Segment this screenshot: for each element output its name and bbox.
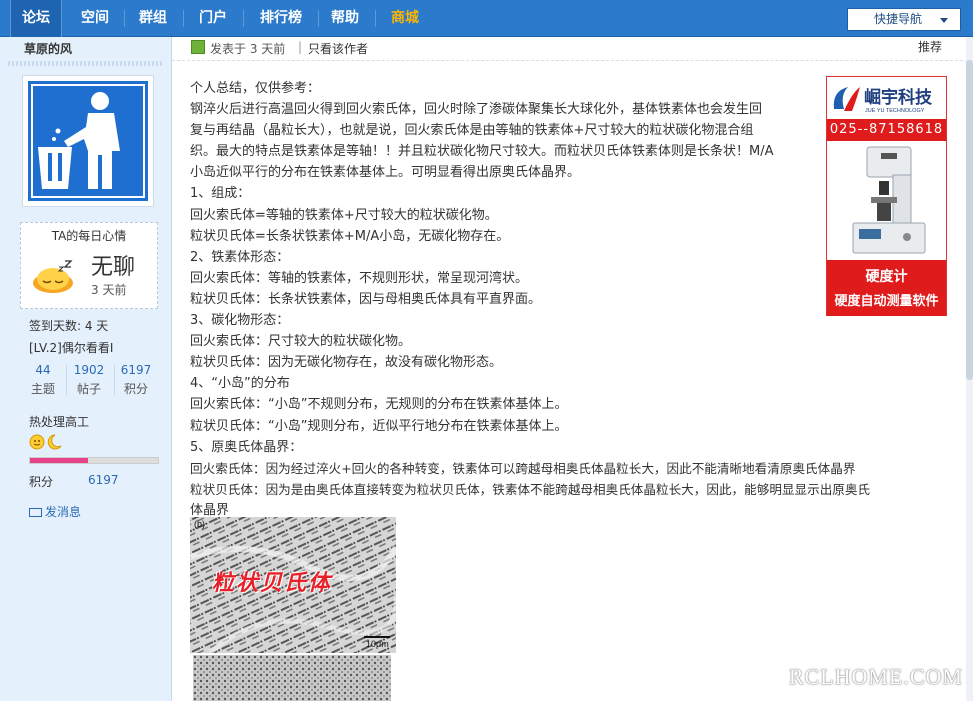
micrograph-image[interactable]: (b) 10μm 粒状贝氏体	[190, 517, 396, 653]
nav-separator	[243, 10, 244, 27]
stat-points-label: 积分	[123, 382, 148, 396]
chevron-down-icon	[940, 18, 948, 23]
micrograph-image-2[interactable]	[193, 655, 391, 701]
post-line: 3、碳化物形态：	[190, 313, 290, 329]
ad-logo: 崛宇科技 JUE YU TECHNOLOGY	[830, 81, 943, 115]
post-line: 复与再结晶（晶粒长大），也就是说，回火索氏体是由等轴的铁素体+尺寸较大的粒状碳化…	[190, 123, 754, 139]
nav-separator	[318, 10, 319, 27]
post-line: 小岛近似平行的分布在铁素体基体上。可明显看得出原奥氏体晶界。	[190, 165, 581, 181]
quick-nav-label: 快捷导航	[874, 12, 923, 26]
author-name[interactable]: 草原的风	[24, 40, 72, 57]
sleepy-mood-icon	[29, 255, 79, 295]
rank-progress-bar	[29, 457, 159, 464]
post-line: 回火索氏体：尺寸较大的粒状碳化物。	[190, 334, 412, 350]
post-line: 织。最大的特点是铁素体是等轴！！并且粒状碳化物尺寸较大。而粒状贝氏体铁素体则是长…	[190, 144, 774, 160]
hardness-tester-icon	[849, 145, 929, 260]
post-line: 2、铁素体形态：	[190, 249, 290, 265]
avatar[interactable]	[22, 75, 154, 207]
post-line: 1、组成：	[190, 186, 251, 202]
ad-banner: 硬度计 硬度自动测量软件	[827, 260, 946, 316]
ad-brand-en: JUE YU TECHNOLOGY	[865, 108, 925, 114]
micrograph-scale: 10μm	[366, 639, 389, 649]
nav-ranking[interactable]: 排行榜	[252, 0, 310, 37]
ad-brand: 崛宇科技	[864, 87, 933, 107]
post-header: 发表于 3 天前 | 只看该作者 推荐	[172, 37, 973, 61]
watermark: RCLHOME.COM	[788, 664, 963, 689]
post-line: 钢淬火后进行高温回火得到回火索氏体，回火时除了渗碳体聚集长大球化外，基体铁素体也…	[190, 102, 763, 118]
trash-person-icon	[28, 81, 148, 201]
post-line: 回火索氏体：“小岛”不规则分布，无规则的分布在铁素体基体上。	[190, 397, 568, 413]
rank-medal-icons	[29, 434, 63, 453]
header-separator: |	[298, 40, 303, 54]
mood-title: TA的每日心情	[51, 229, 127, 243]
envelope-icon	[29, 508, 42, 517]
mood-time: 3 天前	[91, 283, 127, 297]
ad-line1: 硬度计	[865, 269, 908, 285]
post-line: 回火索氏体：因为经过淬火+回火的各种转变，铁素体可以跨越母相奥氏体晶粒长大，因此…	[190, 460, 856, 476]
post-line: 5、原奥氏体晶界：	[190, 439, 303, 455]
post-line: 粒状贝氏体：因为是由奥氏体直接转变为粒状贝氏体，铁素体不能跨越母相奥氏体晶粒长大…	[190, 481, 871, 497]
sidebar-divider	[8, 61, 163, 66]
post-line: 回火索氏体：等轴的铁素体，不规则形状，常呈现河湾状。	[190, 270, 529, 286]
send-message-label: 发消息	[45, 505, 82, 519]
send-message-link[interactable]: 发消息	[29, 503, 81, 520]
post-line: 粒状贝氏体：长条状铁素体，因与母相奥氏体具有平直界面。	[190, 291, 542, 307]
post-line: 4、“小岛”的分布	[190, 376, 290, 392]
post-line: 粒状贝氏体：因为无碳化物存在，故没有碳化物形态。	[190, 355, 503, 371]
posted-at: 发表于 3 天前	[210, 42, 286, 56]
nav-groups[interactable]: 群组	[128, 0, 178, 37]
recommend-button[interactable]: 推荐	[918, 38, 942, 55]
daily-mood: TA的每日心情 无聊 3 天前	[20, 222, 158, 309]
post-line: 粒状贝氏体=长条状铁素体+M/A小岛，无碳化物存在。	[190, 228, 510, 244]
nav-forum[interactable]: 论坛	[10, 0, 62, 37]
hardness-tester-ad[interactable]: 崛宇科技 JUE YU TECHNOLOGY 025--87158618 硬度计…	[826, 76, 947, 316]
nav-portal[interactable]: 门户	[188, 0, 238, 37]
nav-space[interactable]: 空间	[70, 0, 120, 37]
stat-points-value[interactable]: 6197	[116, 363, 156, 377]
micrograph-corner-label: (b)	[194, 519, 205, 529]
post-content: 个人总结，仅供参考： 钢淬火后进行高温回火得到回火索氏体，回火时除了渗碳体聚集长…	[190, 78, 870, 521]
mood-word: 无聊	[91, 255, 136, 280]
author-sidebar: 草原的风 TA的每日心情 无聊 3 天前 签到天数: 4 天 [LV.2]偶尔看…	[0, 37, 172, 701]
points-label: 积分	[29, 475, 54, 489]
stat-separator	[114, 365, 115, 395]
ad-phone: 025--87158618	[827, 119, 946, 141]
micrograph-overlay-text: 粒状贝氏体	[212, 571, 333, 596]
only-author-link[interactable]: 只看该作者	[308, 40, 368, 57]
rank-progress-fill	[30, 458, 88, 463]
stat-separator	[66, 365, 67, 395]
scrollbar-thumb[interactable]	[966, 60, 973, 380]
ad-line2: 硬度自动测量软件	[834, 294, 939, 309]
rank-title: 热处理高工	[29, 415, 90, 429]
stat-posts-label: 帖子	[76, 382, 101, 396]
checkin-days: 签到天数: 4 天	[29, 319, 109, 333]
nav-separator	[375, 10, 376, 27]
post-line: 粒状贝氏体：“小岛”规则分布，近似平行地分布在铁素体基体上。	[190, 418, 568, 434]
quick-nav-dropdown[interactable]: 快捷导航	[847, 8, 961, 31]
stat-threads-value[interactable]: 44	[23, 363, 63, 377]
top-nav: 论坛 空间 群组 门户 排行榜 帮助 商城 快捷导航	[0, 0, 973, 37]
nav-mall[interactable]: 商城	[380, 0, 430, 37]
stat-posts-value[interactable]: 1902	[69, 363, 109, 377]
post-line: 个人总结，仅供参考：	[190, 81, 321, 96]
online-status-icon	[191, 40, 205, 54]
nav-separator	[183, 10, 184, 27]
nav-separator	[124, 10, 125, 27]
user-level[interactable]: [LV.2]偶尔看看I	[29, 339, 113, 356]
nav-help[interactable]: 帮助	[322, 0, 368, 37]
stat-threads-label: 主题	[30, 382, 55, 396]
post-line: 回火索氏体=等轴的铁素体+尺寸较大的粒状碳化物。	[190, 207, 498, 223]
points-value: 6197	[88, 473, 119, 487]
